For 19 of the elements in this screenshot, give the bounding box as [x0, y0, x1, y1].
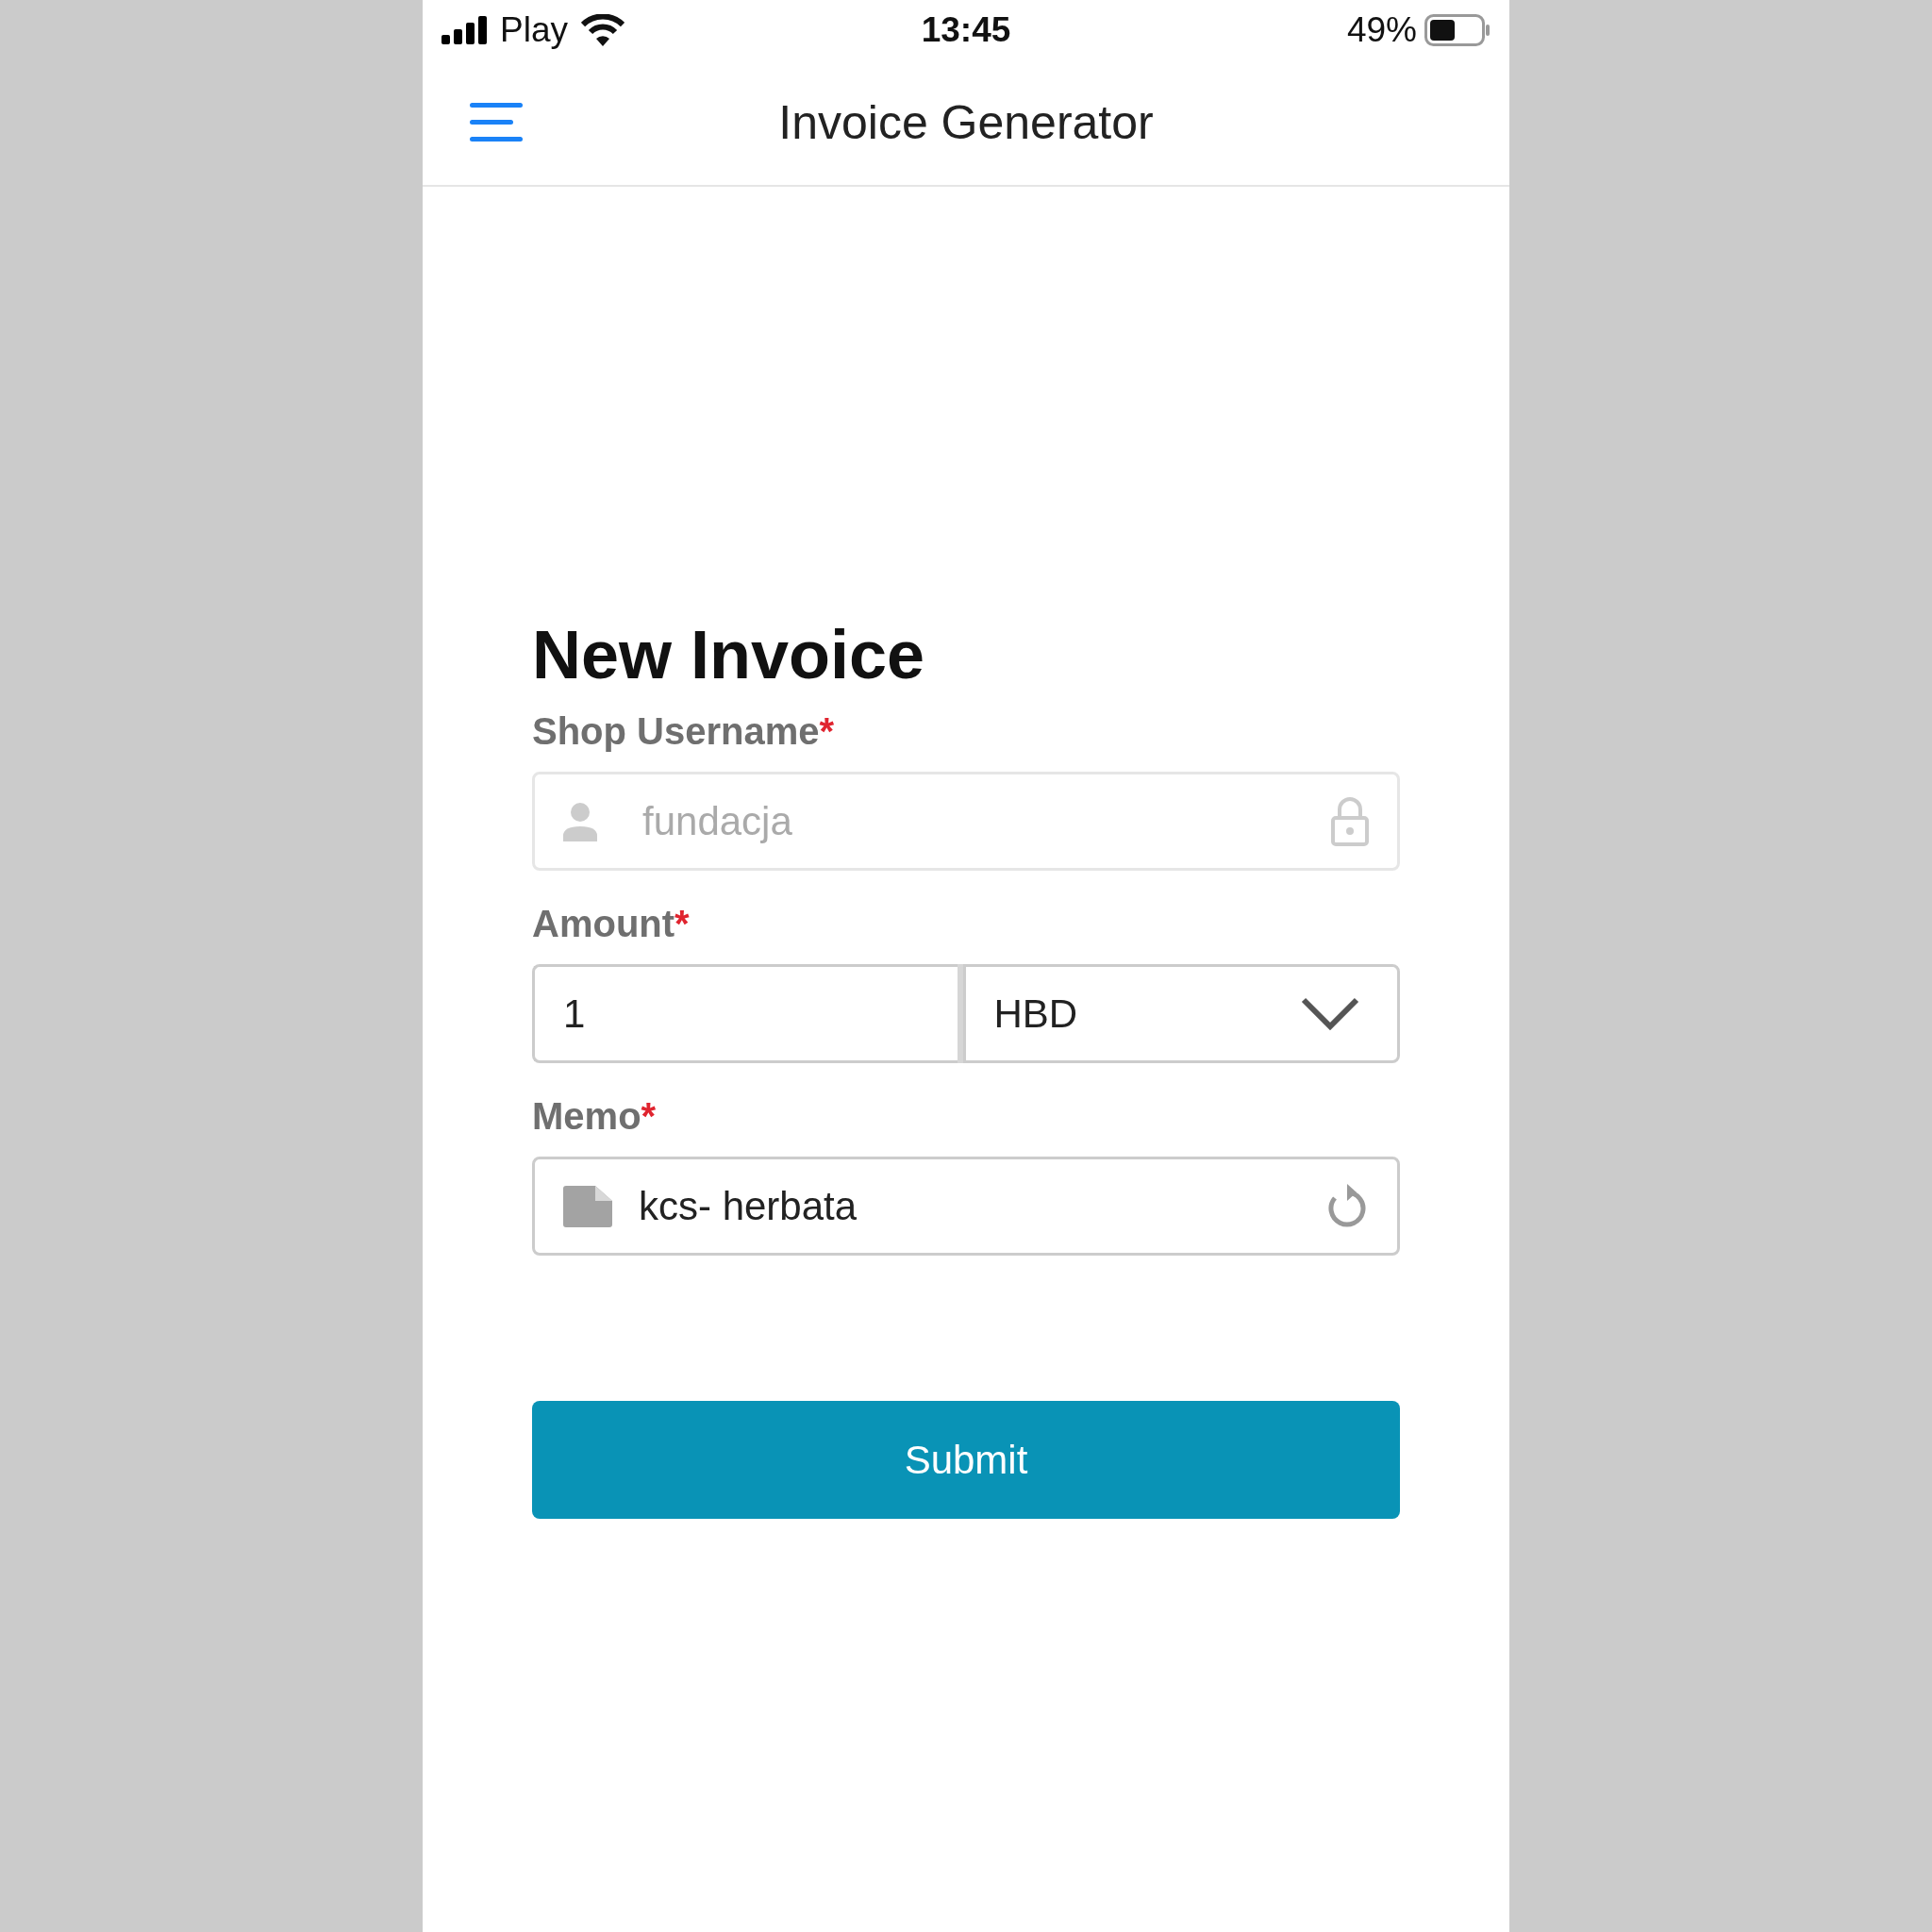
file-icon	[563, 1185, 612, 1227]
carrier-name: Play	[500, 10, 568, 50]
submit-button[interactable]: Submit	[532, 1401, 1400, 1519]
clock-time: 13:45	[921, 10, 1011, 49]
field-label: Amount*	[532, 903, 691, 945]
amount-field[interactable]: 1	[532, 964, 958, 1063]
user-icon	[563, 801, 597, 841]
signal-icon	[441, 16, 487, 44]
form-title: New Invoice	[532, 616, 926, 693]
app-title: Invoice Generator	[778, 96, 1154, 149]
currency-dropdown[interactable]: HBD	[962, 964, 1400, 1063]
lock-icon	[1331, 796, 1369, 846]
wifi-icon	[581, 14, 625, 46]
chevron-down-icon	[1301, 996, 1359, 1031]
battery-icon	[1424, 14, 1491, 46]
field-label: Shop Username*	[532, 710, 836, 753]
field-label: Memo*	[532, 1095, 658, 1138]
battery-percent: 49%	[1346, 10, 1417, 50]
memo-field[interactable]: kcs- herbata	[532, 1157, 1400, 1256]
